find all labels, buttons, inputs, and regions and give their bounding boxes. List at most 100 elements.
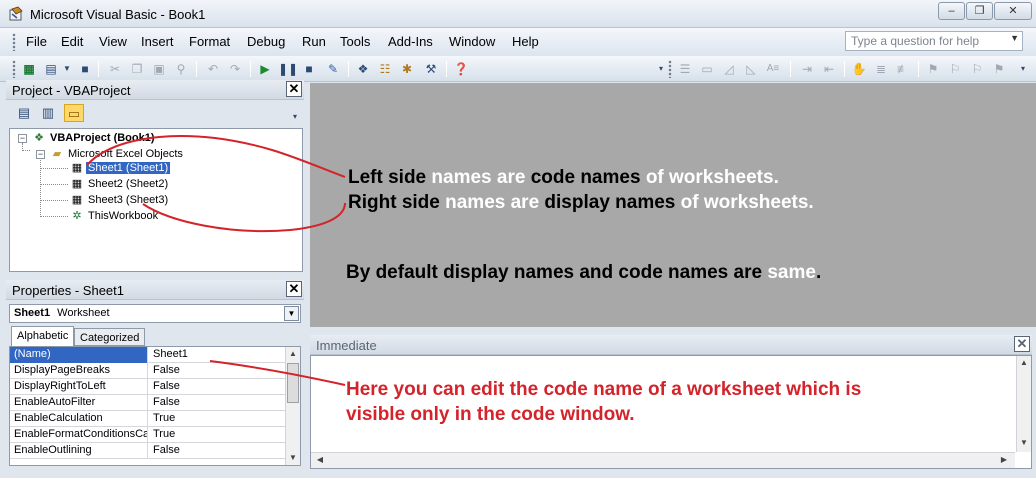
collapse-folder-icon[interactable]: − xyxy=(36,150,45,159)
next-bookmark-icon[interactable]: ⚐ xyxy=(946,60,964,78)
menu-file[interactable]: File xyxy=(26,34,47,49)
help-icon[interactable]: ❓ xyxy=(452,60,470,78)
comment-block-icon[interactable]: ≣ xyxy=(872,60,890,78)
tree-item-sheet2[interactable]: Sheet2 (Sheet2) xyxy=(88,178,168,190)
scroll-right-icon[interactable]: ▶ xyxy=(997,453,1011,467)
restore-button[interactable]: ❐ xyxy=(966,2,993,20)
property-row[interactable]: (Name) Sheet1 xyxy=(10,347,286,363)
reset-icon[interactable]: ■ xyxy=(300,60,318,78)
tree-item-thisworkbook[interactable]: ThisWorkbook xyxy=(88,210,158,222)
menu-window[interactable]: Window xyxy=(449,34,495,49)
quick-info-icon[interactable]: ◿ xyxy=(720,60,738,78)
complete-word-icon[interactable]: A≡ xyxy=(764,60,782,78)
close-icon[interactable]: ✕ xyxy=(286,281,302,297)
undo-icon[interactable]: ↶ xyxy=(204,60,222,78)
scroll-down-icon[interactable]: ▼ xyxy=(1017,436,1031,450)
chevron-down-icon[interactable]: ▼ xyxy=(284,306,299,321)
property-value[interactable]: False xyxy=(149,363,286,379)
property-value[interactable]: True xyxy=(149,411,286,427)
menu-view[interactable]: View xyxy=(99,34,127,49)
properties-pane-header: Properties - Sheet1 ✕ xyxy=(6,280,304,300)
property-row[interactable]: EnableCalculation True xyxy=(10,411,286,427)
help-search-input[interactable]: Type a question for help ▼ xyxy=(845,31,1023,51)
annotation-line-2: Right side names are display names of wo… xyxy=(348,192,814,214)
close-icon[interactable]: ✕ xyxy=(1014,336,1030,352)
chevron-down-icon[interactable]: ▼ xyxy=(1010,33,1019,43)
list-constants-icon[interactable]: ▭ xyxy=(698,60,716,78)
annotation-text: . xyxy=(815,262,822,283)
property-value[interactable]: True xyxy=(149,427,286,443)
toolbar-grip-icon[interactable] xyxy=(12,60,16,78)
insert-dropdown-icon[interactable]: ▼ xyxy=(58,60,76,78)
immediate-horizontal-scrollbar[interactable]: ◀ ▶ xyxy=(311,452,1015,468)
property-value[interactable]: False xyxy=(149,443,286,459)
properties-window-icon[interactable]: ☷ xyxy=(376,60,394,78)
indent-icon[interactable]: ⇥ xyxy=(798,60,816,78)
toggle-folders-icon[interactable]: ▭ xyxy=(64,104,84,122)
tree-item-sheet1[interactable]: Sheet1 (Sheet1) xyxy=(86,162,171,174)
close-window-button[interactable]: ✕ xyxy=(994,2,1032,20)
properties-scrollbar[interactable]: ▲ ▼ xyxy=(285,347,300,465)
scroll-thumb[interactable] xyxy=(287,363,299,403)
property-row[interactable]: EnableAutoFilter False xyxy=(10,395,286,411)
parameter-info-icon[interactable]: ◺ xyxy=(742,60,760,78)
toggle-breakpoint-icon[interactable]: ✋ xyxy=(850,60,868,78)
menu-tools[interactable]: Tools xyxy=(340,34,370,49)
list-properties-icon[interactable]: ☰ xyxy=(676,60,694,78)
design-mode-icon[interactable]: ✎ xyxy=(324,60,342,78)
view-object-icon[interactable]: ▥ xyxy=(38,104,58,122)
outdent-icon[interactable]: ⇤ xyxy=(820,60,838,78)
property-row[interactable]: EnableFormatConditionsCalculation True xyxy=(10,427,286,443)
save-icon[interactable]: ■ xyxy=(76,60,94,78)
edit-toolbar-grip-icon[interactable] xyxy=(668,60,672,78)
uncomment-block-icon[interactable]: ≢ xyxy=(894,60,912,78)
object-browser-icon[interactable]: ✱ xyxy=(398,60,416,78)
project-toolbar-options-icon[interactable]: ▾ xyxy=(290,108,300,126)
menu-insert[interactable]: Insert xyxy=(141,34,174,49)
tree-item-vbaproject[interactable]: VBAProject (Book1) xyxy=(50,132,155,144)
project-toolbar: ▤ ▥ ▭ ▾ xyxy=(6,100,304,126)
menu-edit[interactable]: Edit xyxy=(61,34,83,49)
project-explorer-icon[interactable]: ❖ xyxy=(354,60,372,78)
menubar-grip-icon[interactable] xyxy=(12,33,16,51)
scroll-up-icon[interactable]: ▲ xyxy=(1017,356,1031,370)
menu-debug[interactable]: Debug xyxy=(247,34,285,49)
break-icon[interactable]: ❚❚ xyxy=(278,60,298,78)
tab-categorized[interactable]: Categorized xyxy=(74,328,146,346)
menu-help[interactable]: Help xyxy=(512,34,539,49)
collapse-root-icon[interactable]: − xyxy=(18,134,27,143)
property-row[interactable]: EnableOutlining False xyxy=(10,443,286,459)
tab-alphabetic[interactable]: Alphabetic xyxy=(11,326,75,347)
menu-format[interactable]: Format xyxy=(189,34,230,49)
previous-bookmark-icon[interactable]: ⚐ xyxy=(968,60,986,78)
property-value[interactable]: Sheet1 xyxy=(149,347,286,363)
view-excel-icon[interactable]: ▦ xyxy=(20,60,38,78)
clear-bookmarks-icon[interactable]: ⚑ xyxy=(990,60,1008,78)
menu-add-ins[interactable]: Add-Ins xyxy=(388,34,433,49)
cut-icon[interactable]: ✂ xyxy=(106,60,124,78)
property-row[interactable]: DisplayRightToLeft False xyxy=(10,379,286,395)
run-icon[interactable]: ▶ xyxy=(256,60,274,78)
find-icon[interactable]: ⚲ xyxy=(172,60,190,78)
property-value[interactable]: False xyxy=(149,395,286,411)
tree-item-excel-objects[interactable]: Microsoft Excel Objects xyxy=(68,148,183,160)
object-select[interactable]: Sheet1 Worksheet ▼ xyxy=(9,304,301,323)
scroll-down-icon[interactable]: ▼ xyxy=(286,451,300,465)
copy-icon[interactable]: ❐ xyxy=(128,60,146,78)
property-value[interactable]: False xyxy=(149,379,286,395)
close-icon[interactable]: ✕ xyxy=(286,81,302,97)
property-row[interactable]: DisplayPageBreaks False xyxy=(10,363,286,379)
edit-toolbar-options-icon[interactable]: ▾ xyxy=(1014,60,1032,78)
toggle-bookmark-icon[interactable]: ⚑ xyxy=(924,60,942,78)
redo-icon[interactable]: ↷ xyxy=(226,60,244,78)
toolbox-icon[interactable]: ⚒ xyxy=(422,60,440,78)
immediate-vertical-scrollbar[interactable]: ▲ ▼ xyxy=(1016,356,1031,452)
scroll-up-icon[interactable]: ▲ xyxy=(286,347,300,361)
paste-icon[interactable]: ▣ xyxy=(150,60,168,78)
tree-item-sheet3[interactable]: Sheet3 (Sheet3) xyxy=(88,194,168,206)
minimize-button[interactable]: – xyxy=(938,2,965,20)
scroll-left-icon[interactable]: ◀ xyxy=(313,453,327,467)
code-area[interactable]: Left side names are code names of worksh… xyxy=(310,83,1036,327)
menu-run[interactable]: Run xyxy=(302,34,326,49)
view-code-icon[interactable]: ▤ xyxy=(14,104,34,122)
